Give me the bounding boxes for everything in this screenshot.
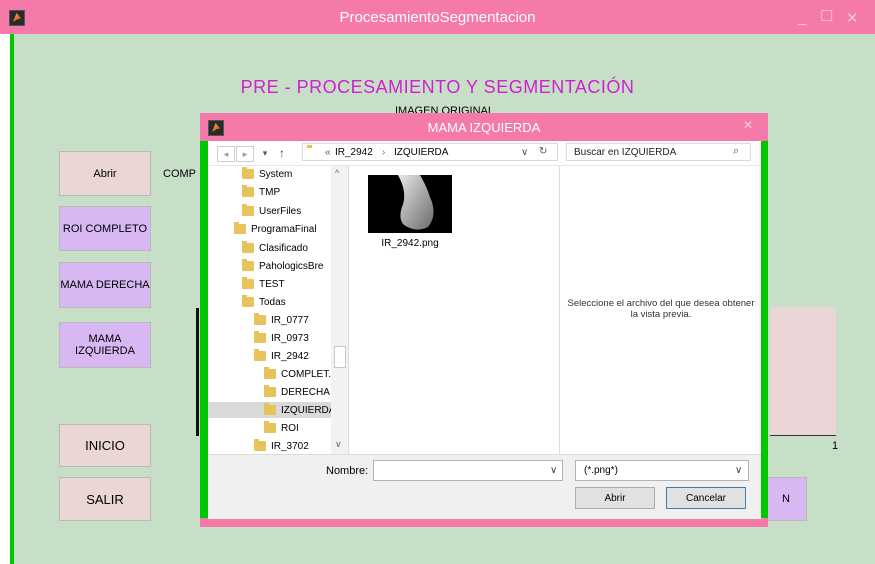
breadcrumb-separator: › [382,147,386,158]
folder-icon [264,403,276,415]
maximize-button[interactable]: ☐ [820,7,833,25]
tree-item-tmp[interactable]: TMP [242,184,280,200]
folder-icon [242,295,254,307]
tree-scrollbar[interactable]: ^ ∨ [331,166,348,454]
folder-icon [242,277,254,289]
refresh-icon[interactable]: ↻ [539,146,547,157]
tree-item-ir-3702[interactable]: IR_3702 [254,438,309,454]
search-field[interactable]: Buscar en IZQUIERDA ⌕ [566,143,751,161]
window-frame-left [10,34,14,564]
search-icon[interactable]: ⌕ [733,145,739,158]
folder-icon [242,204,254,216]
result-axes [770,307,836,435]
inicio-button[interactable]: INICIO [59,424,151,467]
scroll-up-arrow-icon[interactable]: ^ [335,168,339,178]
tree-item-test[interactable]: TEST [242,276,285,292]
tree-item-ir-0777[interactable]: IR_0777 [254,312,309,328]
tree-item-ir-0973[interactable]: IR_0973 [254,330,309,346]
folder-icon [254,331,266,343]
mama-izquierda-button[interactable]: MAMA IZQUIERDA [59,322,151,368]
axis-tick-label: 1 [832,440,839,452]
file-thumbnail[interactable] [368,175,452,233]
tree-item-clasificado[interactable]: Clasificado [242,240,308,256]
breadcrumb-ir-2942[interactable]: IR_2942 [335,147,373,158]
main-title-bar: ProcesamientoSegmentacion _ ☐ ✕ [0,0,875,34]
recent-dropdown-icon[interactable]: ▾ [257,146,273,160]
scroll-down-arrow-icon[interactable]: ∨ [335,439,342,450]
tree-item-programafinal[interactable]: ProgramaFinal [234,221,317,237]
comp-label: COMP [163,168,196,180]
file-name-input[interactable]: ∨ [373,460,563,481]
tree-item-roi[interactable]: ROI [264,420,299,436]
folder-icon [254,439,266,451]
dialog-title: MAMA IZQUIERDA [427,120,541,135]
breast-image-thumbnail [398,175,434,230]
folder-icon [254,313,266,325]
address-overflow[interactable]: « [325,147,331,158]
dialog-open-button[interactable]: Abrir [575,487,655,509]
tree-item-completo[interactable]: COMPLET. [264,366,331,382]
page-heading: PRE - PROCESAMIENTO Y SEGMENTACIÓN [240,77,635,97]
folder-icon [242,241,254,253]
dialog-close-button[interactable]: ✕ [743,118,753,132]
file-name-label: Nombre: [326,465,369,477]
salir-button[interactable]: SALIR [59,477,151,521]
abrir-button[interactable]: Abrir [59,151,151,196]
file-type-value: (*.png*) [584,465,618,476]
breadcrumb-izquierda[interactable]: IZQUIERDA [394,147,448,158]
minimize-button[interactable]: _ [798,9,806,26]
forward-arrow-icon[interactable]: ▸ [236,146,254,162]
dialog-title-bar: MAMA IZQUIERDA ✕ [200,113,768,141]
axis-line [770,435,836,436]
folder-icon [234,222,246,234]
folder-tree: System TMP UserFiles ProgramaFinal Clasi… [208,166,348,454]
file-type-select[interactable]: (*.png*) ∨ [575,460,749,481]
partial-button[interactable]: N [765,477,807,521]
dialog-frame-right [761,141,768,527]
folder-icon [264,385,276,397]
tree-item-userfiles[interactable]: UserFiles [242,203,301,219]
back-arrow-icon[interactable]: ◂ [217,146,235,162]
tree-item-derecha[interactable]: DERECHA [264,384,330,400]
window-title: ProcesamientoSegmentacion [339,9,536,26]
tree-item-pahologicsbre[interactable]: PahologicsBre [242,258,323,274]
address-bar[interactable]: « IR_2942 › IZQUIERDA ∨ ↻ [302,143,558,161]
tree-item-izquierda-selected[interactable]: IZQUIERDA [208,402,335,418]
tree-item-system[interactable]: System [242,166,292,182]
tree-item-todas[interactable]: Todas [242,294,286,310]
preview-message: Seleccione el archivo del que desea obte… [567,298,755,320]
folder-icon [242,167,254,179]
roi-completo-button[interactable]: ROI COMPLETO [59,206,151,251]
chevron-down-icon[interactable]: ∨ [735,465,742,476]
file-name-label[interactable]: IR_2942.png [362,238,458,249]
up-arrow-icon[interactable]: ↑ [274,146,290,160]
folder-icon [242,259,254,271]
chevron-down-icon[interactable]: ∨ [550,465,557,476]
folder-icon [242,185,254,197]
folder-icon [254,349,266,361]
dialog-frame-left [200,141,208,527]
dialog-cancel-button[interactable]: Cancelar [666,487,746,509]
search-placeholder: Buscar en IZQUIERDA [574,147,677,158]
scrollbar-thumb[interactable] [334,346,346,368]
folder-icon [264,367,276,379]
axes-edge [196,308,199,436]
mama-derecha-button[interactable]: MAMA DERECHA [59,262,151,308]
folder-icon [264,421,276,433]
close-button[interactable]: ✕ [846,9,859,27]
dialog-frame-bottom [200,518,768,527]
tree-item-ir-2942[interactable]: IR_2942 [254,348,309,364]
chevron-down-icon[interactable]: ∨ [521,147,528,158]
